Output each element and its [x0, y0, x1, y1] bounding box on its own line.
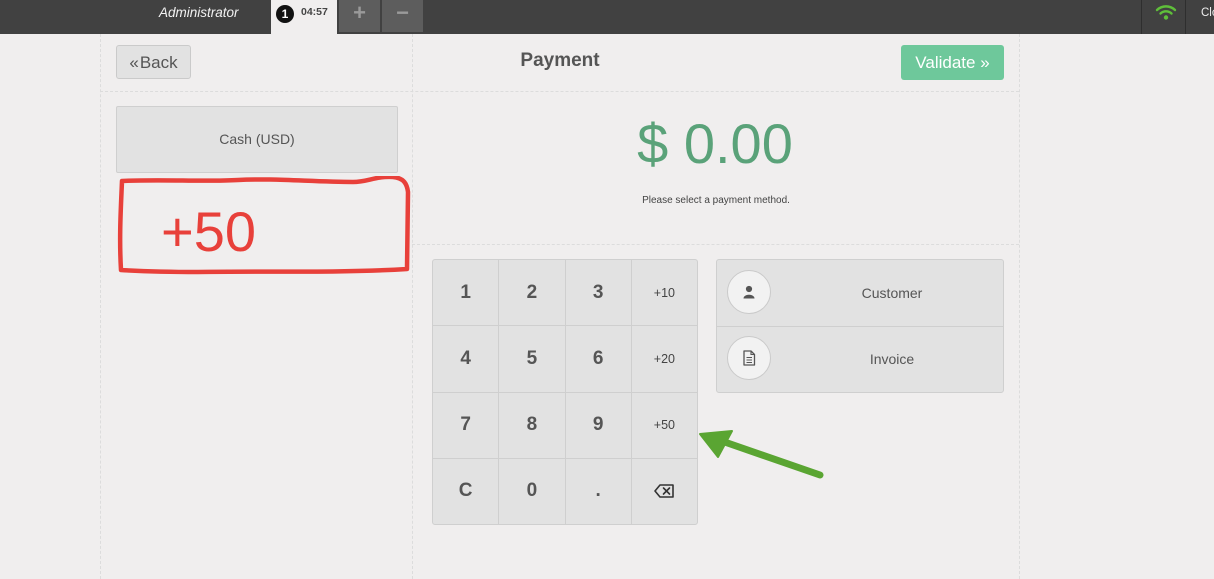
annotation-box: +50 — [117, 176, 411, 275]
user-icon — [727, 270, 771, 314]
top-bar: Administrator 1 04:57 + − Clo — [0, 0, 1214, 34]
divider — [1019, 34, 1020, 579]
back-label: Back — [139, 53, 178, 72]
numpad: 1 2 3 +10 4 5 6 +20 7 8 9 +50 C 0 . — [432, 259, 698, 525]
numpad-key-9[interactable]: 9 — [565, 392, 631, 458]
numpad-key-4[interactable]: 4 — [433, 326, 499, 392]
topbar-divider — [1141, 0, 1142, 34]
divider — [100, 91, 1019, 92]
customer-label: Customer — [861, 285, 923, 301]
numpad-key-3[interactable]: 3 — [565, 260, 631, 326]
divider — [412, 244, 1019, 245]
set-customer-button[interactable]: Customer — [717, 260, 1003, 327]
numpad-key-backspace[interactable] — [631, 458, 697, 524]
numpad-key-8[interactable]: 8 — [499, 392, 565, 458]
close-button[interactable]: Clo — [1201, 0, 1214, 26]
back-button[interactable]: «Back — [116, 45, 191, 79]
topbar-divider — [1185, 0, 1186, 34]
numpad-key-decimal[interactable]: . — [565, 458, 631, 524]
divider — [412, 34, 413, 579]
invoice-label: Invoice — [869, 351, 915, 367]
validate-label: Validate — [915, 53, 976, 72]
username: Administrator — [159, 5, 239, 20]
numpad-key-plus20[interactable]: +20 — [631, 326, 697, 392]
double-chevron-right-icon: » — [980, 53, 990, 72]
payment-screen: «Back Payment Validate » Cash (USD) +50 … — [0, 34, 1214, 579]
order-time: 04:57 — [301, 6, 328, 18]
divider — [100, 34, 101, 579]
payment-hint: Please select a payment method. — [642, 195, 790, 206]
order-tab[interactable]: 1 04:57 — [271, 0, 337, 34]
plus-icon: + — [353, 0, 366, 25]
document-icon — [727, 336, 771, 380]
numpad-key-2[interactable]: 2 — [499, 260, 565, 326]
backspace-icon — [654, 484, 675, 499]
payment-method-cash[interactable]: Cash (USD) — [116, 106, 398, 173]
remove-order-button[interactable]: − — [382, 0, 423, 32]
amount-due: $ 0.00 — [637, 112, 793, 175]
invoice-button[interactable]: Invoice — [717, 326, 1003, 392]
numpad-key-1[interactable]: 1 — [433, 260, 499, 326]
page-title: Payment — [520, 50, 600, 71]
annotation-text: +50 — [161, 200, 256, 263]
add-order-button[interactable]: + — [339, 0, 380, 32]
numpad-key-plus50[interactable]: +50 — [631, 392, 697, 458]
order-number-badge: 1 — [276, 5, 294, 23]
annotation-arrow-icon — [699, 430, 824, 479]
double-chevron-left-icon: « — [129, 53, 139, 72]
wifi-icon — [1155, 5, 1177, 20]
validate-button[interactable]: Validate » — [901, 45, 1004, 80]
numpad-key-6[interactable]: 6 — [565, 326, 631, 392]
numpad-key-5[interactable]: 5 — [499, 326, 565, 392]
numpad-key-7[interactable]: 7 — [433, 392, 499, 458]
customer-invoice-panel: Customer Invoice — [716, 259, 1004, 393]
numpad-key-0[interactable]: 0 — [499, 458, 565, 524]
numpad-key-plus10[interactable]: +10 — [631, 260, 697, 326]
minus-icon: − — [396, 0, 409, 25]
numpad-key-clear[interactable]: C — [433, 458, 499, 524]
